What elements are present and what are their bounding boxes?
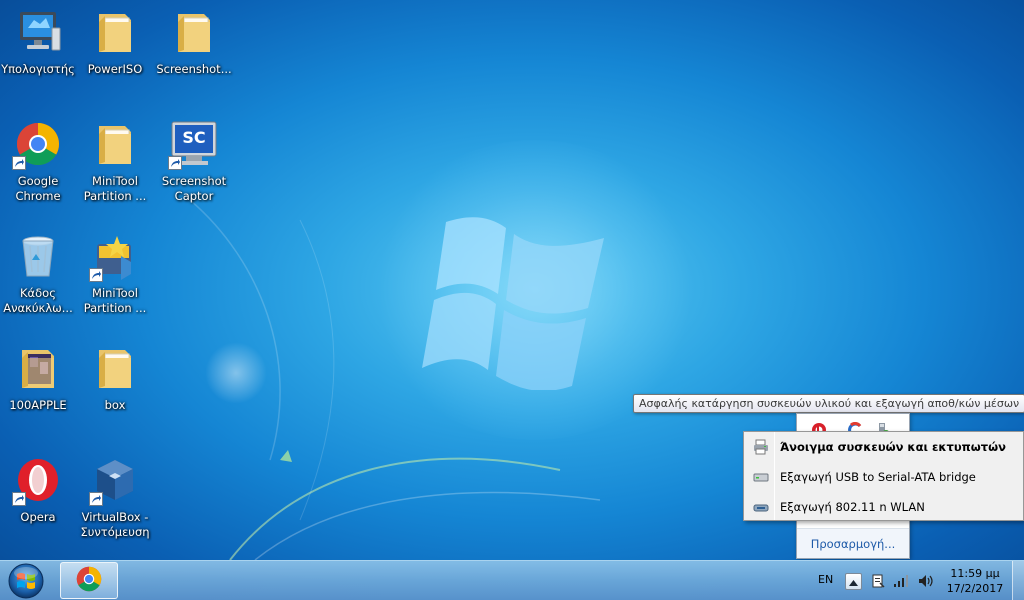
clock-date: 17/2/2017 xyxy=(946,582,1004,595)
chrome-icon xyxy=(12,120,62,170)
show-hidden-icons-button[interactable] xyxy=(845,573,862,590)
desktop-icon-minitool-folder[interactable]: MiniTool Partition ... xyxy=(77,116,153,220)
desktop-icon-100apple[interactable]: 100APPLE xyxy=(0,340,76,444)
menu-item-label: Άνοιγμα συσκευών και εκτυπωτών xyxy=(780,440,1006,454)
taskbar-chrome-button[interactable] xyxy=(60,562,118,599)
folder-icon xyxy=(91,344,139,392)
volume-icon[interactable] xyxy=(917,573,933,589)
shortcut-arrow-icon xyxy=(168,156,182,170)
menu-item-open-devices-printers[interactable]: Άνοιγμα συσκευών και εκτυπωτών xyxy=(746,433,1021,461)
desktop-icon-screenshot-folder[interactable]: Screenshot... xyxy=(156,4,232,108)
action-center-icon[interactable] xyxy=(870,573,886,589)
desktop-icon-label: Opera xyxy=(20,510,56,524)
desktop-icon-virtualbox[interactable]: VirtualBox - Συντόμευση xyxy=(77,452,153,556)
virtualbox-icon xyxy=(89,456,139,506)
customize-link[interactable]: Προσαρμογή... xyxy=(797,528,909,558)
desktop-icon-screenshot-captor[interactable]: SC Screenshot Captor xyxy=(156,116,232,220)
opera-icon xyxy=(12,456,62,506)
folder-icon xyxy=(14,344,62,392)
menu-item-eject-wlan[interactable]: Εξαγωγή 802.11 n WLAN xyxy=(746,493,1021,521)
desktop-icon-label: box xyxy=(104,398,126,412)
clock[interactable]: 11:59 μμ 17/2/2017 xyxy=(942,566,1008,596)
taskbar: EN 11:59 μμ 17/2/2017 xyxy=(0,560,1024,600)
desktop-icon-label: 100APPLE xyxy=(9,398,67,412)
desktop-icon-label: Screenshot... xyxy=(156,62,232,76)
folder-icon xyxy=(170,8,218,56)
clock-time: 11:59 μμ xyxy=(950,567,1000,580)
screenshot-captor-icon: SC xyxy=(168,120,218,170)
shortcut-arrow-icon xyxy=(89,268,103,282)
desktop: Υπολογιστής PowerISO Screenshot... Googl… xyxy=(0,0,1024,560)
desktop-icon-label: MiniTool Partition ... xyxy=(83,286,147,315)
desktop-icon-box[interactable]: box xyxy=(77,340,153,444)
computer-icon xyxy=(14,8,62,56)
network-icon[interactable] xyxy=(893,573,909,589)
desktop-icon-opera[interactable]: Opera xyxy=(0,452,76,556)
shortcut-arrow-icon xyxy=(12,492,26,506)
safely-remove-tooltip: Ασφαλής κατάργηση συσκευών υλικού και εξ… xyxy=(633,394,1024,413)
desktop-icon-recycle-bin[interactable]: Κάδος Ανακύκλω... xyxy=(0,228,76,332)
desktop-icon-google-chrome[interactable]: Google Chrome xyxy=(0,116,76,220)
shortcut-arrow-icon xyxy=(89,492,103,506)
menu-item-label: Εξαγωγή 802.11 n WLAN xyxy=(780,500,925,514)
desktop-icon-minitool-partition[interactable]: MiniTool Partition ... xyxy=(77,228,153,332)
desktop-icon-poweriso[interactable]: PowerISO xyxy=(77,4,153,108)
shortcut-arrow-icon xyxy=(12,156,26,170)
recycle-bin-icon xyxy=(14,232,62,280)
folder-icon xyxy=(91,8,139,56)
desktop-icon-label: Google Chrome xyxy=(15,174,61,203)
chrome-icon xyxy=(75,565,103,596)
start-button[interactable] xyxy=(2,562,54,600)
desktop-icon-label: VirtualBox - Συντόμευση xyxy=(80,510,150,539)
desktop-icon-label: Screenshot Captor xyxy=(161,174,227,203)
menu-item-label: Εξαγωγή USB to Serial-ATA bridge xyxy=(780,470,976,484)
printer-icon xyxy=(746,439,776,455)
show-desktop-button[interactable] xyxy=(1012,561,1024,600)
desktop-icon-label: Υπολογιστής xyxy=(1,62,75,76)
desktop-icon-label: Κάδος Ανακύκλω... xyxy=(3,286,73,315)
desktop-icon-label: MiniTool Partition ... xyxy=(83,174,147,203)
desktop-icon-computer[interactable]: Υπολογιστής xyxy=(0,4,76,108)
chevron-up-icon xyxy=(849,575,858,589)
language-indicator[interactable]: EN xyxy=(818,573,833,586)
eject-device-menu: Άνοιγμα συσκευών και εκτυπωτών Εξαγωγή U… xyxy=(743,431,1024,521)
folder-icon xyxy=(91,120,139,168)
windows-logo xyxy=(422,217,604,390)
desktop-icon-label: PowerISO xyxy=(87,62,143,76)
network-adapter-icon xyxy=(746,499,776,515)
drive-icon xyxy=(746,469,776,485)
screenshot-captor-badge: SC xyxy=(182,128,206,147)
minitool-icon xyxy=(89,232,139,282)
menu-item-eject-usb-sata[interactable]: Εξαγωγή USB to Serial-ATA bridge xyxy=(746,463,1021,491)
